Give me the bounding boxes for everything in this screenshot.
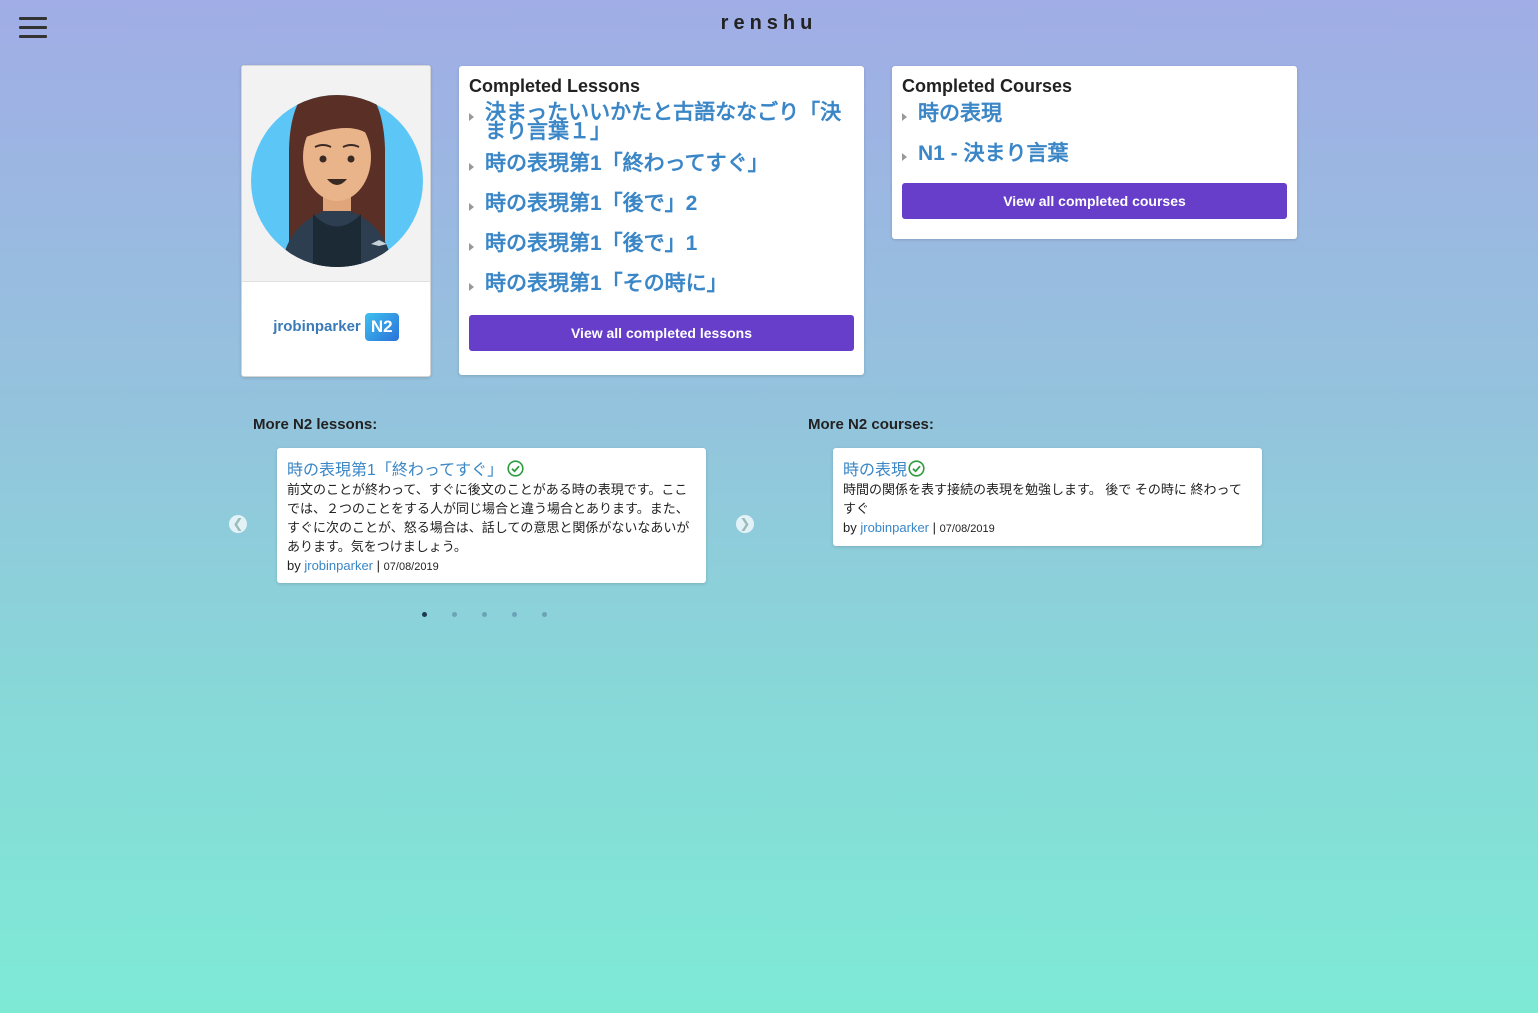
lesson-link[interactable]: 時の表現第1「後で」2 <box>485 193 697 215</box>
avatar <box>251 95 423 267</box>
course-link[interactable]: N1 - 決まり言葉 <box>918 143 1069 165</box>
lesson-link[interactable]: 時の表現第1「その時に」 <box>485 273 728 295</box>
separator: | <box>376 558 381 573</box>
profile-card: jrobinparker N2 <box>241 65 431 377</box>
date: 07/08/2019 <box>383 561 439 573</box>
carousel-dot[interactable] <box>512 612 517 617</box>
course-link[interactable]: 時の表現 <box>918 103 1002 125</box>
lesson-card-header: 時の表現第1「終わってすぐ」 <box>287 456 696 480</box>
caret-right-icon <box>902 153 907 161</box>
caret-right-icon <box>469 163 474 171</box>
lesson-card-title[interactable]: 時の表現第1「終わってすぐ」 <box>287 462 503 479</box>
course-card: 時の表現 時間の関係を表す接続の表現を勉強します。 後で その時に 終わってすぐ… <box>833 448 1262 546</box>
course-item: 時の表現 <box>902 103 1287 125</box>
lesson-item: 時の表現第1「その時に」 <box>469 273 854 295</box>
carousel-dot[interactable] <box>422 612 427 617</box>
profile-info: jrobinparker N2 <box>242 313 430 341</box>
by-label: by <box>843 520 857 535</box>
course-card-description: 時間の関係を表す接続の表現を勉強します。 後で その時に 終わってすぐ <box>843 482 1242 516</box>
completed-lessons-title: Completed Lessons <box>469 76 641 96</box>
lesson-link[interactable]: 決まったいいかたと古語ななごり「決まり言葉１」 <box>485 102 854 142</box>
view-all-courses-button[interactable]: View all completed courses <box>902 183 1287 219</box>
carousel-dot[interactable] <box>452 612 457 617</box>
check-circle-icon <box>507 460 524 477</box>
by-label: by <box>287 558 301 573</box>
lesson-item: 時の表現第1「後で」2 <box>469 193 854 215</box>
course-card-meta: by jrobinparker | 07/08/2019 <box>843 520 1252 535</box>
completed-lessons-card: Completed Lessons 決まったいいかたと古語ななごり「決まり言葉１… <box>459 66 864 375</box>
carousel-dots <box>422 612 572 617</box>
date: 07/08/2019 <box>939 523 995 535</box>
chevron-left-icon[interactable]: ❮ <box>229 515 247 533</box>
caret-right-icon <box>469 113 474 121</box>
username-link[interactable]: jrobinparker <box>273 318 361 335</box>
course-card-header: 時の表現 <box>843 456 1252 480</box>
lesson-item: 決まったいいかたと古語ななごり「決まり言葉１」 <box>469 102 854 142</box>
app-title[interactable]: renshu <box>0 12 1538 35</box>
avatar-container <box>242 66 430 282</box>
course-card-title[interactable]: 時の表現 <box>843 462 907 479</box>
chevron-right-icon[interactable]: ❯ <box>736 515 754 533</box>
lesson-item: 時の表現第1「終わってすぐ」 <box>469 153 854 175</box>
lesson-card-description: 前文のことが終わって、すぐに後文のことがある時の表現です。ここでは、２つのことを… <box>287 482 690 554</box>
lesson-item: 時の表現第1「後で」1 <box>469 233 854 255</box>
carousel-dot[interactable] <box>542 612 547 617</box>
more-courses-label: More N2 courses: <box>808 416 934 433</box>
carousel-dot[interactable] <box>482 612 487 617</box>
lesson-link[interactable]: 時の表現第1「終わってすぐ」 <box>485 153 769 175</box>
lesson-link[interactable]: 時の表現第1「後で」1 <box>485 233 697 255</box>
more-lessons-label: More N2 lessons: <box>253 416 378 433</box>
lesson-card: 時の表現第1「終わってすぐ」 前文のことが終わって、すぐに後文のことがある時の表… <box>277 448 706 583</box>
caret-right-icon <box>469 203 474 211</box>
caret-right-icon <box>902 113 907 121</box>
completed-courses-card: Completed Courses 時の表現 N1 - 決まり言葉 View a… <box>892 66 1297 239</box>
view-all-lessons-button[interactable]: View all completed lessons <box>469 315 854 351</box>
check-circle-icon <box>908 460 925 477</box>
caret-right-icon <box>469 283 474 291</box>
level-badge: N2 <box>364 313 399 341</box>
course-item: N1 - 決まり言葉 <box>902 143 1287 165</box>
separator: | <box>932 520 937 535</box>
caret-right-icon <box>469 243 474 251</box>
lesson-card-meta: by jrobinparker | 07/08/2019 <box>287 558 696 573</box>
author-link[interactable]: jrobinparker <box>304 558 373 573</box>
completed-courses-title: Completed Courses <box>902 76 1073 96</box>
author-link[interactable]: jrobinparker <box>860 520 929 535</box>
